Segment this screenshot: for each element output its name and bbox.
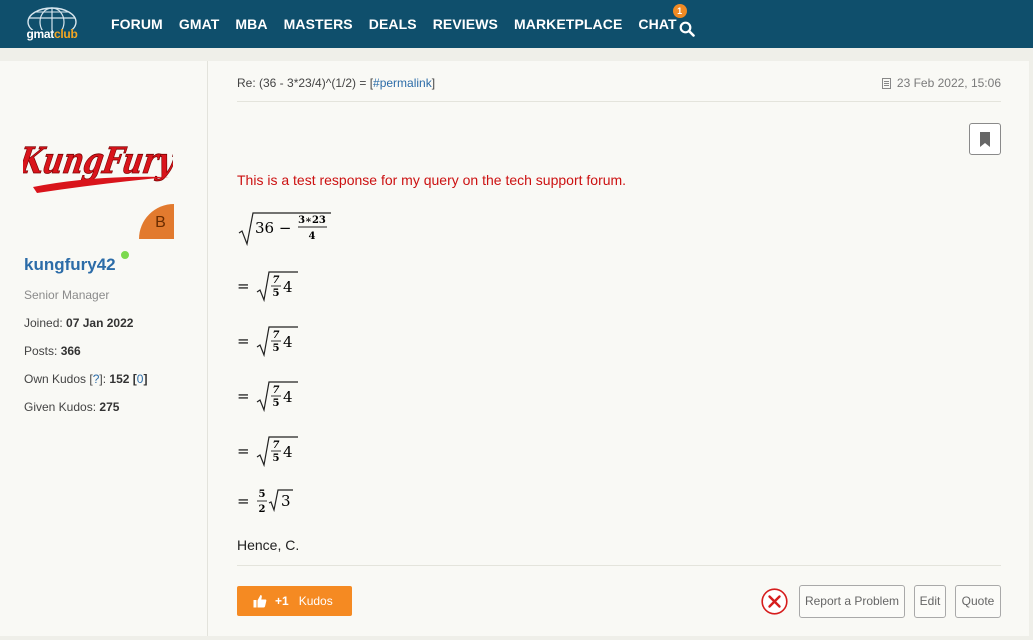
online-status-indicator bbox=[121, 251, 129, 259]
kudos-label: Kudos bbox=[298, 594, 333, 608]
svg-text:5: 5 bbox=[273, 398, 280, 409]
nav-chat[interactable]: CHAT 1 bbox=[638, 4, 687, 32]
quote-button[interactable]: Quote bbox=[955, 585, 1001, 618]
main-nav: FORUM GMAT MBA MASTERS DEALS REVIEWS MAR… bbox=[111, 0, 693, 48]
svg-text:KungFury: KungFury bbox=[23, 139, 173, 182]
post-date-text: 23 Feb 2022, 15:06 bbox=[896, 76, 1001, 90]
bookmark-icon bbox=[980, 132, 990, 147]
logo-wordmark: gmatclub bbox=[26, 27, 78, 41]
joined-label: Joined: bbox=[24, 316, 63, 330]
kudos-button[interactable]: +1 Kudos bbox=[237, 586, 352, 616]
svg-text:4: 4 bbox=[283, 388, 293, 406]
nav-reviews[interactable]: REVIEWS bbox=[433, 16, 498, 32]
svg-text:7: 7 bbox=[273, 385, 280, 396]
chat-notification-badge: 1 bbox=[672, 4, 687, 18]
own-kudos-value: 152 bbox=[109, 372, 130, 386]
given-kudos-value: 275 bbox=[99, 400, 120, 414]
document-icon bbox=[881, 77, 891, 89]
post-title-close: ] bbox=[431, 76, 436, 90]
posts-value: 366 bbox=[60, 344, 81, 358]
svg-text:36 −: 36 − bbox=[255, 219, 291, 237]
user-avatar[interactable]: KungFury bbox=[23, 129, 173, 197]
bookmark-button[interactable] bbox=[969, 123, 1001, 155]
svg-text:4: 4 bbox=[283, 333, 293, 351]
joined-value: 07 Jan 2022 bbox=[66, 316, 134, 330]
svg-text:7: 7 bbox=[273, 275, 280, 286]
author-sidebar: KungFury B kungfury42 Senior Manager Joi… bbox=[0, 61, 208, 636]
report-problem-button[interactable]: Report a Problem bbox=[799, 585, 905, 618]
edit-button[interactable]: Edit bbox=[914, 585, 946, 618]
thumbs-up-icon bbox=[253, 595, 267, 608]
svg-text:2: 2 bbox=[259, 504, 266, 515]
kudos-help-link[interactable]: ? bbox=[93, 372, 100, 386]
svg-text:5: 5 bbox=[273, 288, 280, 299]
kudos-count: +1 bbox=[275, 594, 289, 608]
top-navigation-bar: gmatclub FORUM GMAT MBA MASTERS DEALS RE… bbox=[0, 0, 1033, 48]
posts-stat: Posts: 366 bbox=[24, 344, 81, 358]
post-panel: KungFury B kungfury42 Senior Manager Joi… bbox=[0, 61, 1029, 636]
svg-text:5: 5 bbox=[273, 343, 280, 354]
svg-text:=: = bbox=[237, 442, 250, 460]
svg-text:4: 4 bbox=[283, 443, 293, 461]
svg-text:4: 4 bbox=[283, 278, 293, 296]
close-icon[interactable] bbox=[761, 588, 788, 615]
nav-marketplace[interactable]: MARKETPLACE bbox=[514, 16, 622, 32]
post-body-highlight: This is a test response for my query on … bbox=[237, 172, 627, 188]
user-rank: Senior Manager bbox=[24, 288, 110, 302]
math-line-5: = 7 5 4 bbox=[237, 431, 299, 471]
svg-text:=: = bbox=[237, 492, 250, 510]
post-title-text: Re: (36 - 3*23/4)^(1/2) = [ bbox=[237, 76, 374, 90]
svg-text:7: 7 bbox=[273, 440, 280, 451]
svg-text:=: = bbox=[237, 387, 250, 405]
nav-mba[interactable]: MBA bbox=[235, 16, 267, 32]
given-kudos-label: Given Kudos: bbox=[24, 400, 97, 414]
svg-text:5: 5 bbox=[259, 489, 266, 500]
gmatclub-logo[interactable]: gmatclub bbox=[16, 6, 88, 42]
posts-label: Posts: bbox=[24, 344, 58, 358]
nav-chat-label: CHAT bbox=[638, 16, 677, 32]
svg-text:=: = bbox=[237, 277, 250, 295]
svg-text:4: 4 bbox=[309, 231, 316, 242]
nav-deals[interactable]: DEALS bbox=[369, 16, 417, 32]
rank-badge: B bbox=[139, 204, 174, 239]
permalink-link[interactable]: #permalink bbox=[373, 76, 432, 90]
math-line-2: = 7 5 4 bbox=[237, 266, 299, 306]
post-conclusion: Hence, C. bbox=[237, 537, 300, 553]
own-kudos-stat: Own Kudos [?]: 152 [0] bbox=[24, 372, 148, 386]
joined-stat: Joined: 07 Jan 2022 bbox=[24, 316, 133, 330]
nav-gmat[interactable]: GMAT bbox=[179, 16, 220, 32]
post-date: 23 Feb 2022, 15:06 bbox=[881, 76, 1001, 90]
math-line-3: = 7 5 4 bbox=[237, 321, 299, 361]
post-content: Re: (36 - 3*23/4)^(1/2) = [#permalink] 2… bbox=[237, 61, 1001, 636]
svg-text:7: 7 bbox=[273, 330, 280, 341]
footer-divider bbox=[237, 565, 1001, 566]
svg-text:5: 5 bbox=[273, 453, 280, 464]
own-kudos-label: Own Kudos bbox=[24, 372, 87, 386]
given-kudos-stat: Given Kudos: 275 bbox=[24, 400, 119, 414]
search-icon[interactable] bbox=[679, 21, 695, 37]
svg-text:3∗23: 3∗23 bbox=[298, 215, 326, 226]
nav-forum[interactable]: FORUM bbox=[111, 16, 163, 32]
math-line-1: 36 − 3∗23 4 bbox=[237, 211, 332, 251]
header-divider bbox=[237, 101, 1001, 102]
math-line-6: = 5 2 3 bbox=[237, 484, 299, 524]
post-title: Re: (36 - 3*23/4)^(1/2) = [#permalink] bbox=[237, 76, 435, 90]
username-link[interactable]: kungfury42 bbox=[24, 255, 116, 275]
nav-masters[interactable]: MASTERS bbox=[284, 16, 353, 32]
svg-text:3: 3 bbox=[281, 492, 291, 510]
svg-text:=: = bbox=[237, 332, 250, 350]
math-line-4: = 7 5 4 bbox=[237, 376, 299, 416]
